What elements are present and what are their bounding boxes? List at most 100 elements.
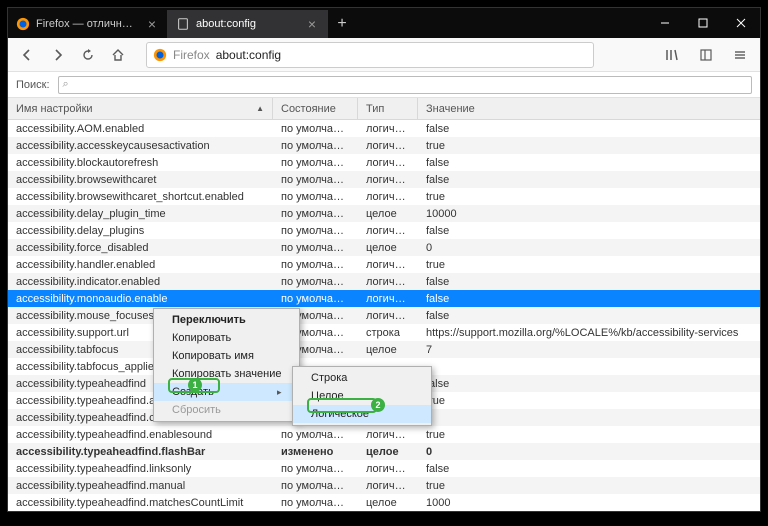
- cell-state: по умолчанию: [273, 123, 358, 135]
- reload-button[interactable]: [76, 43, 100, 67]
- callout-num-1: 1: [188, 378, 202, 392]
- table-row[interactable]: accessibility.browsewithcaretпо умолчани…: [8, 171, 760, 188]
- ctx-subitem[interactable]: Строка: [293, 369, 431, 387]
- table-row[interactable]: accessibility.delay_plugin_timeпо умолча…: [8, 205, 760, 222]
- cell-value: false: [418, 293, 760, 305]
- close-button[interactable]: [722, 8, 760, 38]
- tab-label: about:config: [196, 18, 299, 30]
- close-icon[interactable]: ×: [305, 17, 319, 31]
- callout-num-2: 2: [371, 398, 385, 412]
- cell-type: логическое: [358, 123, 418, 135]
- cell-value: false: [418, 276, 760, 288]
- table-row[interactable]: accessibility.monoaudio.enableпо умолчан…: [8, 290, 760, 307]
- cell-value: true: [418, 259, 760, 271]
- table-row[interactable]: accessibility.accesskeycausesactivationп…: [8, 137, 760, 154]
- maximize-button[interactable]: [684, 8, 722, 38]
- cell-value: true: [418, 140, 760, 152]
- ctx-subitem[interactable]: Логическое: [293, 405, 431, 423]
- table-row[interactable]: accessibility.mouse_focuses_formcпо умол…: [8, 307, 760, 324]
- cell-state: изменено: [273, 446, 358, 458]
- cell-value: false: [418, 463, 760, 475]
- sidebar-button[interactable]: [694, 43, 718, 67]
- titlebar: Firefox — отличный браузер д × about:con…: [8, 8, 760, 38]
- table-row[interactable]: accessibility.support.urlпо умолчаниюстр…: [8, 324, 760, 341]
- cell-name: accessibility.typeaheadfind.flashBar: [8, 446, 273, 458]
- col-name[interactable]: Имя настройки ▲: [8, 98, 273, 119]
- library-button[interactable]: [660, 43, 684, 67]
- cell-value: true: [418, 191, 760, 203]
- cell-type: целое: [358, 497, 418, 509]
- config-table: accessibility.AOM.enabledпо умолчаниюлог…: [8, 120, 760, 511]
- search-label: Поиск:: [16, 79, 50, 91]
- cell-type: целое: [358, 242, 418, 254]
- cell-name: accessibility.force_disabled: [8, 242, 273, 254]
- browser-window: Firefox — отличный браузер д × about:con…: [7, 7, 761, 512]
- table-row[interactable]: accessibility.delay_pluginsпо умолчаниюл…: [8, 222, 760, 239]
- minimize-button[interactable]: [646, 8, 684, 38]
- cell-name: accessibility.typeaheadfind.enablesound: [8, 429, 273, 441]
- ctx-item[interactable]: Создать▸: [154, 383, 299, 401]
- table-row[interactable]: accessibility.typeaheadfind.linksonlyпо …: [8, 460, 760, 477]
- col-type[interactable]: Тип: [358, 98, 418, 119]
- table-row[interactable]: accessibility.browsewithcaret_shortcut.e…: [8, 188, 760, 205]
- cell-type: логическое: [358, 259, 418, 271]
- back-button[interactable]: [16, 43, 40, 67]
- url-bar[interactable]: Firefox about:config: [146, 42, 594, 68]
- search-input[interactable]: ⌕: [58, 76, 752, 94]
- cell-state: по умолчанию: [273, 429, 358, 441]
- cell-type: строка: [358, 327, 418, 339]
- cell-name: accessibility.browsewithcaret: [8, 174, 273, 186]
- ctx-item[interactable]: Копировать: [154, 329, 299, 347]
- table-row[interactable]: accessibility.blockautorefreshпо умолчан…: [8, 154, 760, 171]
- table-row[interactable]: accessibility.handler.enabledпо умолчани…: [8, 256, 760, 273]
- search-icon: ⌕: [63, 78, 69, 91]
- ctx-item[interactable]: Переключить: [154, 311, 299, 329]
- cell-name: accessibility.indicator.enabled: [8, 276, 273, 288]
- table-row[interactable]: accessibility.force_disabledпо умолчанию…: [8, 239, 760, 256]
- cell-type: логическое: [358, 191, 418, 203]
- ctx-item[interactable]: Копировать значение: [154, 365, 299, 383]
- ctx-subitem[interactable]: Целое: [293, 387, 431, 405]
- cell-value: 0: [418, 446, 760, 458]
- cell-state: по умолчанию: [273, 174, 358, 186]
- menu-button[interactable]: [728, 43, 752, 67]
- context-submenu: СтрокаЦелоеЛогическое: [292, 366, 432, 426]
- cell-state: по умолчанию: [273, 225, 358, 237]
- col-value[interactable]: Значение: [418, 98, 760, 119]
- table-row[interactable]: accessibility.typeaheadfind.matchesCount…: [8, 494, 760, 511]
- ctx-item[interactable]: Копировать имя: [154, 347, 299, 365]
- cell-type: целое: [358, 344, 418, 356]
- cell-value: false: [418, 157, 760, 169]
- cell-type: логическое: [358, 140, 418, 152]
- new-tab-button[interactable]: +: [328, 10, 356, 38]
- cell-value: true: [418, 480, 760, 492]
- tab-firefox[interactable]: Firefox — отличный браузер д ×: [8, 10, 168, 38]
- cell-name: accessibility.browsewithcaret_shortcut.e…: [8, 191, 273, 203]
- cell-type: логическое: [358, 463, 418, 475]
- toolbar-right: [660, 43, 752, 67]
- home-button[interactable]: [106, 43, 130, 67]
- table-row[interactable]: accessibility.typeaheadfind.flashBarизме…: [8, 443, 760, 460]
- cell-state: по умолчанию: [273, 276, 358, 288]
- table-row[interactable]: accessibility.AOM.enabledпо умолчаниюлог…: [8, 120, 760, 137]
- cell-value: https://support.mozilla.org/%LOCALE%/kb/…: [418, 327, 760, 339]
- tab-aboutconfig[interactable]: about:config ×: [168, 10, 328, 38]
- cell-state: по умолчанию: [273, 191, 358, 203]
- col-state[interactable]: Состояние: [273, 98, 358, 119]
- cell-name: accessibility.delay_plugin_time: [8, 208, 273, 220]
- cell-name: accessibility.delay_plugins: [8, 225, 273, 237]
- tab-label: Firefox — отличный браузер д: [36, 18, 139, 30]
- cell-type: логическое: [358, 174, 418, 186]
- cell-value: false: [418, 225, 760, 237]
- cell-value: true: [418, 395, 760, 407]
- forward-button[interactable]: [46, 43, 70, 67]
- table-row[interactable]: accessibility.typeaheadfind.manualпо умо…: [8, 477, 760, 494]
- close-icon[interactable]: ×: [145, 17, 159, 31]
- cell-type: логическое: [358, 225, 418, 237]
- table-row[interactable]: accessibility.typeaheadfind.enablesoundп…: [8, 426, 760, 443]
- page-icon: [176, 17, 190, 31]
- table-row[interactable]: accessibility.tabfocusпо умолчаниюцелое7: [8, 341, 760, 358]
- url-brand: Firefox: [173, 48, 210, 62]
- context-menu: ПереключитьКопироватьКопировать имяКопир…: [153, 308, 300, 422]
- table-row[interactable]: accessibility.indicator.enabledпо умолча…: [8, 273, 760, 290]
